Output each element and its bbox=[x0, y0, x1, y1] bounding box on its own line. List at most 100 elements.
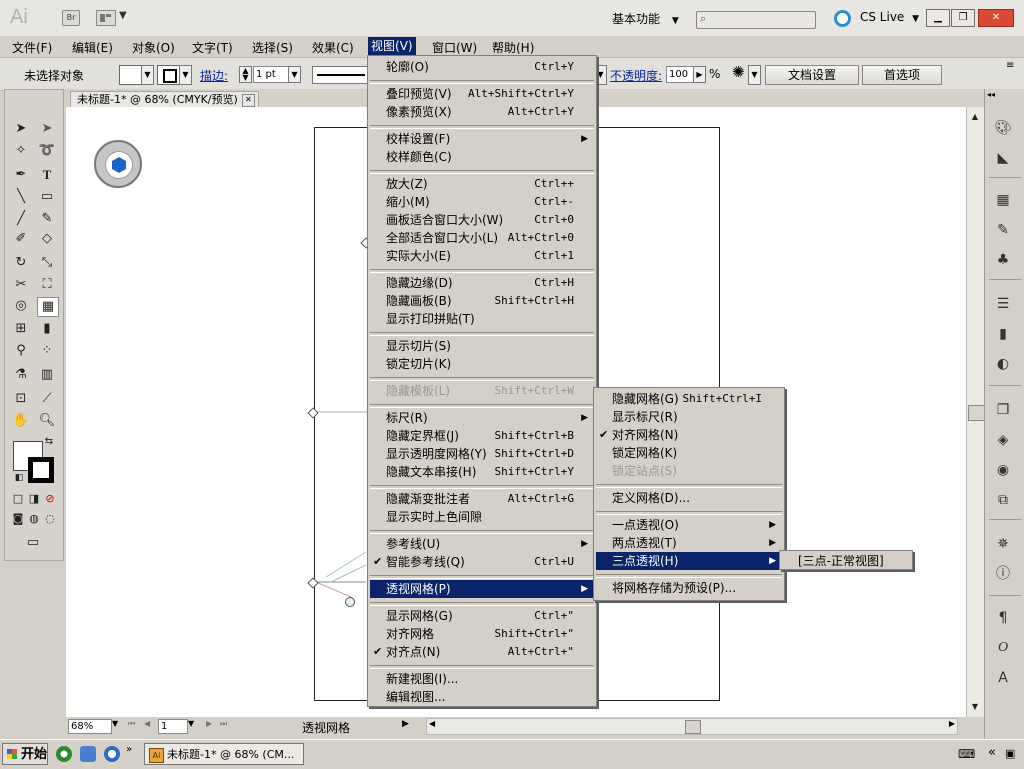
appearance-icon[interactable]: ❐ bbox=[993, 401, 1013, 419]
menu-view[interactable]: 视图(V) bbox=[368, 37, 416, 55]
menu-item[interactable]: 隐藏定界框(J) Shift+Ctrl+B bbox=[370, 427, 594, 445]
column-graph-tool-icon[interactable]: ▥ bbox=[37, 366, 57, 384]
menu-edit[interactable]: 编辑(E) bbox=[72, 39, 113, 56]
draw-normal-icon[interactable]: ◙ bbox=[11, 512, 25, 526]
gradient-mode-icon[interactable]: ◨ bbox=[27, 492, 41, 506]
menu-item[interactable]: 定义网格(D)... bbox=[596, 489, 782, 507]
shape-builder-tool-icon[interactable]: ◎ bbox=[11, 297, 31, 315]
browser-icon[interactable] bbox=[80, 746, 96, 762]
menu-window[interactable]: 窗口(W) bbox=[432, 39, 477, 56]
preferences-button[interactable]: 首选项 bbox=[862, 65, 942, 85]
zoom-input[interactable]: 68% bbox=[68, 719, 112, 734]
menu-item[interactable]: 标尺(R) ▶ bbox=[370, 409, 594, 427]
next-page-icon[interactable]: ▶ bbox=[206, 719, 212, 728]
maximize-button[interactable]: ❐ bbox=[951, 9, 975, 27]
panel-menu-icon[interactable]: ≡ bbox=[1006, 60, 1014, 71]
menu-item[interactable]: 显示网格(G) Ctrl+" bbox=[370, 607, 594, 625]
keyboard-icon[interactable]: ⌨ bbox=[958, 747, 975, 761]
paintbrush-tool-icon[interactable]: ╱ bbox=[11, 210, 31, 228]
stroke-link[interactable]: 描边: bbox=[200, 67, 228, 84]
cs-live-button[interactable]: CS Live ▼ bbox=[860, 10, 919, 24]
ie-icon[interactable] bbox=[104, 746, 120, 762]
stroke-swatch[interactable] bbox=[157, 65, 181, 85]
search-input[interactable]: ⌕ bbox=[696, 11, 816, 29]
menu-item[interactable]: 隐藏画板(B) Shift+Ctrl+H bbox=[370, 292, 594, 310]
menu-item[interactable]: 像素预览(X) Alt+Ctrl+Y bbox=[370, 103, 594, 121]
media-player-icon[interactable] bbox=[56, 746, 72, 762]
scroll-down-icon[interactable]: ▼ bbox=[969, 701, 981, 713]
stroke-panel-icon[interactable]: ☰ bbox=[993, 295, 1013, 313]
menu-item[interactable]: 全部适合窗口大小(L) Alt+Ctrl+0 bbox=[370, 229, 594, 247]
arrange-dropdown-icon[interactable]: ▼ bbox=[119, 10, 127, 21]
menu-item[interactable]: 一点透视(O) ▶ bbox=[596, 516, 782, 534]
menu-item[interactable]: 显示透明度网格(Y) Shift+Ctrl+D bbox=[370, 445, 594, 463]
draw-behind-icon[interactable]: ◍ bbox=[27, 512, 41, 526]
pen-tool-icon[interactable]: ✒ bbox=[11, 166, 31, 184]
quick-launch-more-icon[interactable]: » bbox=[126, 744, 132, 755]
menu-item[interactable]: 校样设置(F) ▶ bbox=[370, 130, 594, 148]
line-tool-icon[interactable]: ╲ bbox=[11, 188, 31, 206]
menu-item[interactable]: ✔ 智能参考线(Q) Ctrl+U bbox=[370, 553, 594, 571]
start-button[interactable]: 开始 bbox=[2, 743, 48, 765]
page-input[interactable]: 1 bbox=[158, 719, 188, 734]
menu-item[interactable]: 将网格存储为预设(P)... bbox=[596, 579, 782, 597]
default-colors-icon[interactable]: ◧ bbox=[13, 472, 25, 484]
menu-item[interactable]: 叠印预览(V) Alt+Shift+Ctrl+Y bbox=[370, 85, 594, 103]
page-dropdown-icon[interactable]: ▼ bbox=[188, 719, 194, 728]
scroll-right-icon[interactable]: ▶ bbox=[949, 719, 955, 728]
menu-item[interactable]: 锁定切片(K) bbox=[370, 355, 594, 373]
transparency-icon[interactable]: ◐ bbox=[993, 355, 1013, 373]
scale-tool-icon[interactable]: ⤡ bbox=[37, 254, 57, 272]
menu-type[interactable]: 文字(T) bbox=[192, 39, 233, 56]
blend-tool-icon[interactable]: ⁘ bbox=[37, 342, 57, 360]
opentype-icon[interactable]: O bbox=[993, 639, 1013, 657]
taskbar-illustrator-item[interactable]: Ai 未标题-1* @ 68% (CM... bbox=[144, 743, 304, 765]
none-mode-icon[interactable]: ⊘ bbox=[43, 492, 57, 506]
menu-item[interactable]: 编辑视图... bbox=[370, 688, 594, 706]
color-panel-icon[interactable]: 🎨︎ bbox=[993, 119, 1013, 137]
vanishing-point-handle[interactable] bbox=[345, 597, 355, 607]
symbol-sprayer-tool-icon[interactable]: ⚗ bbox=[11, 366, 31, 384]
vertical-scrollbar[interactable]: ▲ ▼ bbox=[966, 107, 985, 717]
symbols-icon[interactable]: ♣ bbox=[993, 251, 1013, 269]
menu-item[interactable]: 新建视图(I)... bbox=[370, 670, 594, 688]
opacity-input[interactable]: 100 bbox=[666, 66, 694, 83]
menu-item[interactable]: ✔ 对齐网格(N) bbox=[596, 426, 782, 444]
eraser-tool-icon[interactable]: ◇ bbox=[37, 230, 57, 248]
stroke-weight-stepper[interactable]: ▲ ▼ bbox=[239, 66, 252, 83]
plane-switching-widget[interactable]: ✱ bbox=[94, 140, 142, 188]
menu-item[interactable]: 显示切片(S) bbox=[370, 337, 594, 355]
brushes-icon[interactable]: ✎ bbox=[993, 221, 1013, 239]
selection-tool-icon[interactable]: ➤ bbox=[11, 120, 31, 138]
lasso-tool-icon[interactable]: ➰ bbox=[37, 142, 57, 160]
artboard-tool-icon[interactable]: ⊡ bbox=[11, 390, 31, 408]
artboards-icon[interactable]: ⧉ bbox=[993, 491, 1013, 509]
document-tab[interactable]: 未标题-1* @ 68% (CMYK/预览) ✕ bbox=[70, 91, 259, 108]
type-tool-icon[interactable]: T bbox=[37, 166, 57, 184]
menu-item[interactable]: 参考线(U) ▶ bbox=[370, 535, 594, 553]
menu-object[interactable]: 对象(O) bbox=[132, 39, 175, 56]
workspace-switcher[interactable]: 基本功能 ▼ bbox=[612, 10, 679, 27]
swatches-icon[interactable]: ▦ bbox=[993, 191, 1013, 209]
fill-dropdown[interactable]: ▼ bbox=[141, 65, 154, 85]
bridge-button[interactable]: Br bbox=[62, 10, 80, 26]
menu-item[interactable]: 放大(Z) Ctrl++ bbox=[370, 175, 594, 193]
stroke-weight-input[interactable]: 1 pt bbox=[253, 66, 291, 83]
draw-inside-icon[interactable]: ◌ bbox=[43, 512, 57, 526]
fill-swatch[interactable] bbox=[119, 65, 143, 85]
info-icon[interactable]: ⓘ bbox=[993, 565, 1013, 583]
menu-item[interactable]: 隐藏文本串接(H) Shift+Ctrl+Y bbox=[370, 463, 594, 481]
vertical-scroll-thumb[interactable] bbox=[968, 405, 985, 421]
horizontal-scroll-thumb[interactable] bbox=[685, 720, 701, 734]
tray-expand-icon[interactable]: « bbox=[988, 745, 996, 760]
first-page-icon[interactable]: ⏮ bbox=[128, 719, 135, 729]
mesh-tool-icon[interactable]: ⊞ bbox=[11, 320, 31, 338]
rectangle-tool-icon[interactable]: ▭ bbox=[37, 188, 57, 206]
menu-item[interactable]: 显示打印拼贴(T) bbox=[370, 310, 594, 328]
direct-selection-tool-icon[interactable]: ➤ bbox=[37, 120, 57, 138]
stroke-color-box[interactable] bbox=[28, 457, 54, 483]
menu-item[interactable]: 显示实时上色间隙 bbox=[370, 508, 594, 526]
three-point-normal-view[interactable]: [三点-正常视图] bbox=[798, 554, 884, 568]
menu-item[interactable]: 透视网格(P) ▶ bbox=[370, 580, 594, 598]
menu-item[interactable]: 缩小(M) Ctrl+- bbox=[370, 193, 594, 211]
